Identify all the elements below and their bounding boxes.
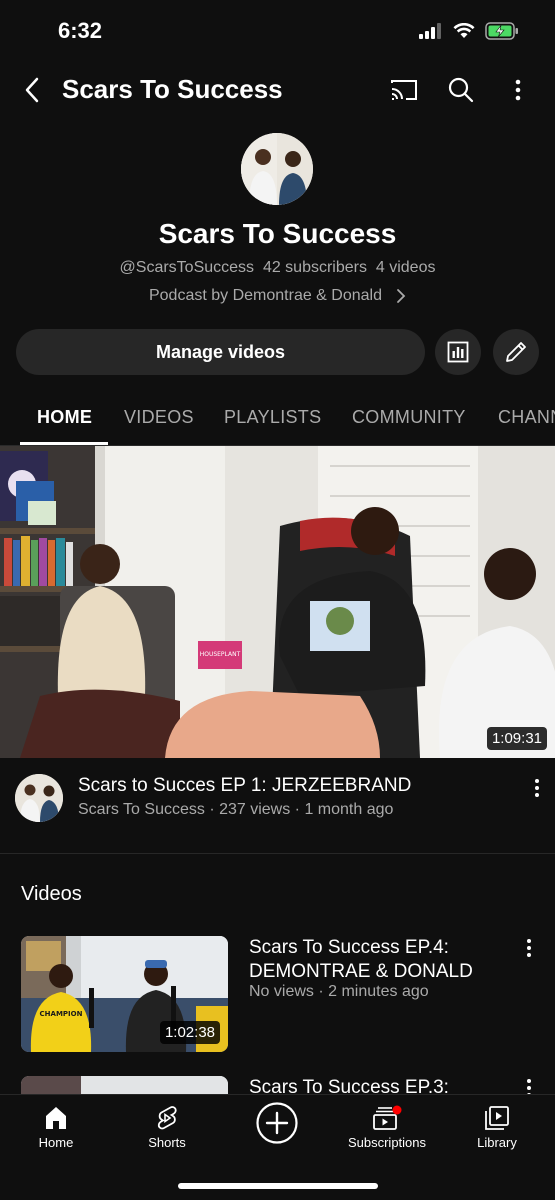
featured-video-meta: Scars To Success · 237 views · 1 month a… [78, 801, 394, 818]
chevron-left-icon [25, 77, 39, 103]
channel-handle: @ScarsToSuccess [119, 259, 255, 276]
tab-videos[interactable]: VIDEOS [124, 407, 194, 428]
dot [527, 1086, 531, 1090]
status-icons [419, 22, 519, 40]
wifi-icon [453, 23, 475, 38]
cast-button[interactable] [386, 72, 422, 108]
nav-home[interactable]: Home [6, 1105, 106, 1150]
sign-text: HOUSEPLANT [200, 651, 241, 658]
featured-duration: 1:09:31 [486, 727, 547, 750]
nav-subscriptions-label: Subscriptions [347, 1135, 427, 1150]
analytics-icon [447, 341, 469, 363]
more-options-button[interactable] [500, 72, 536, 108]
channel-description-link[interactable]: Podcast by Demontrae & Donald [0, 287, 555, 305]
back-button[interactable] [14, 72, 50, 108]
dot [527, 946, 531, 950]
active-tab-indicator [20, 442, 108, 445]
search-icon [448, 77, 474, 103]
search-button[interactable] [443, 72, 479, 108]
featured-channel-avatar[interactable] [15, 774, 63, 822]
dot [527, 1079, 531, 1083]
library-icon [485, 1106, 509, 1130]
tab-community[interactable]: COMMUNITY [352, 407, 466, 428]
channel-meta: @ScarsToSuccess 42 subscribers 4 videos [0, 259, 555, 277]
channel-name: Scars To Success [158, 218, 397, 249]
dot [535, 779, 539, 783]
nav-shorts-label: Shorts [148, 1135, 186, 1150]
featured-video-thumbnail[interactable]: HOUSEPLANT 1:09:31 [0, 446, 555, 758]
pencil-icon [506, 342, 526, 362]
video-thumbnail[interactable]: CHAMPION 1:02:38 [21, 936, 228, 1052]
video-more-button[interactable] [519, 936, 539, 960]
shirt-text: CHAMPION [40, 1010, 83, 1018]
section-divider [0, 853, 555, 854]
dot [535, 793, 539, 797]
battery-charging-icon [485, 22, 518, 40]
signal-icon [419, 23, 441, 39]
tab-home[interactable]: HOME [37, 407, 92, 428]
status-bar: 6:32 [0, 0, 555, 60]
manage-videos-button[interactable]: Manage videos [16, 329, 425, 375]
nav-library-label: Library [477, 1135, 517, 1150]
shorts-icon [157, 1106, 177, 1130]
nav-library[interactable]: Library [447, 1105, 547, 1150]
featured-video-title[interactable]: Scars to Succes EP 1: JERZEEBRAND [78, 775, 411, 797]
tab-playlists[interactable]: PLAYLISTS [224, 407, 321, 428]
home-indicator[interactable] [178, 1183, 378, 1189]
channel-avatar[interactable] [241, 133, 313, 205]
app-header: Scars To Success [0, 62, 555, 118]
more-vertical-icon [515, 79, 521, 101]
dot [527, 953, 531, 957]
tab-channels[interactable]: CHANNELS [498, 407, 555, 428]
featured-more-button[interactable] [527, 776, 547, 800]
videos-section-title: Videos [21, 883, 82, 905]
home-icon [46, 1107, 66, 1129]
dot [535, 786, 539, 790]
channel-tabs: HOME VIDEOS PLAYLISTS COMMUNITY CHANNELS [0, 390, 555, 446]
edit-channel-button[interactable] [493, 329, 539, 375]
video-count: 4 videos [375, 259, 436, 276]
nav-subscriptions[interactable]: Subscriptions [337, 1105, 437, 1150]
cast-icon [391, 80, 417, 100]
subscriptions-icon [373, 1105, 402, 1130]
video-meta: No views · 2 minutes ago [249, 983, 429, 1000]
dot [527, 939, 531, 943]
analytics-button[interactable] [435, 329, 481, 375]
status-time: 6:32 [58, 18, 103, 43]
channel-description: Podcast by Demontrae & Donald [148, 287, 382, 304]
video-duration: 1:02:38 [159, 1021, 220, 1044]
nav-create[interactable] [227, 1101, 327, 1145]
chevron-right-icon [397, 289, 406, 303]
nav-home-label: Home [38, 1135, 74, 1150]
header-title: Scars To Success [62, 74, 283, 104]
subscriber-count: 42 subscribers [262, 259, 367, 276]
nav-shorts[interactable]: Shorts [117, 1105, 217, 1150]
create-icon [256, 1102, 298, 1144]
video-title[interactable]: Scars To Success EP.4: DEMONTRAE & DONAL… [249, 936, 499, 984]
